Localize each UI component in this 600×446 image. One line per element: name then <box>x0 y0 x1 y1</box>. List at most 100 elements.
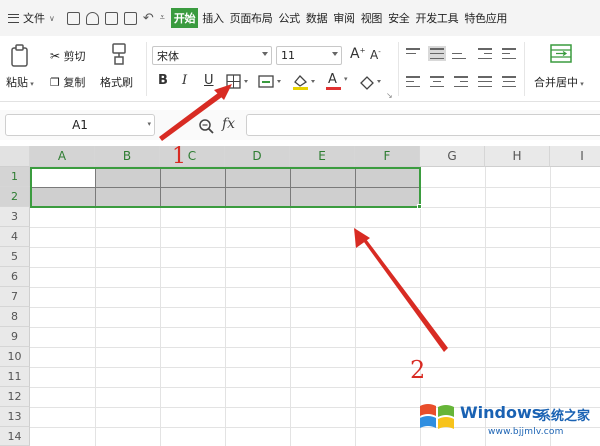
row-header[interactable]: 9 <box>0 327 30 347</box>
indent-increase-icon[interactable] <box>502 48 516 59</box>
column-header[interactable]: B <box>95 146 160 167</box>
tab-special-apps[interactable]: 特色应用 <box>462 8 509 28</box>
column-header[interactable]: E <box>290 146 355 167</box>
ribbon-divider <box>146 42 147 96</box>
row-header[interactable]: 6 <box>0 267 30 287</box>
row-header[interactable]: 14 <box>0 427 30 446</box>
column-header[interactable]: G <box>420 146 485 167</box>
watermark-brand: Windows <box>460 403 542 422</box>
format-painter-label[interactable]: 格式刷 <box>100 74 133 90</box>
chevron-down-icon <box>332 52 338 56</box>
column-header[interactable]: H <box>485 146 550 167</box>
name-box[interactable]: A1 ▾ <box>5 114 155 136</box>
grid-line <box>30 327 600 328</box>
column-header[interactable]: A <box>30 146 95 167</box>
merge-center-button[interactable]: 合并居中 ▾ <box>534 74 584 90</box>
paste-button[interactable]: 粘贴 ▾ <box>6 74 34 90</box>
grid-line <box>30 307 600 308</box>
align-bottom-icon[interactable] <box>452 48 466 59</box>
bold-button[interactable]: B <box>158 73 168 88</box>
indent-decrease-icon[interactable] <box>478 48 492 59</box>
row-header[interactable]: 4 <box>0 227 30 247</box>
row-header[interactable]: 2 <box>0 187 30 207</box>
format-painter-icon[interactable] <box>110 42 128 66</box>
column-header[interactable]: I <box>550 146 600 167</box>
row-header[interactable]: 11 <box>0 367 30 387</box>
tab-insert[interactable]: 插入 <box>200 8 225 28</box>
file-menu[interactable]: 文件 ∨ <box>0 10 63 26</box>
align-right-icon[interactable] <box>454 76 468 87</box>
justify-icon[interactable] <box>478 76 492 87</box>
font-size-value: 11 <box>281 49 295 62</box>
tab-formulas[interactable]: 公式 <box>276 8 301 28</box>
grow-font-icon: A <box>350 46 360 62</box>
align-middle-icon[interactable] <box>428 46 446 61</box>
fill-color-button[interactable] <box>292 73 320 91</box>
zoom-find-icon[interactable] <box>198 118 214 134</box>
tab-developer[interactable]: 开发工具 <box>414 8 461 28</box>
paste-icon[interactable] <box>10 44 30 68</box>
underline-button[interactable]: U <box>204 73 214 88</box>
name-box-value: A1 <box>72 118 88 132</box>
ribbon-home: 粘贴 ▾ ✂ 剪切 ❐ 复制 格式刷 宋体 11 A+ A- B I U A ▾ <box>0 36 600 102</box>
row-header[interactable]: 13 <box>0 407 30 427</box>
fill-handle[interactable] <box>417 204 422 209</box>
column-header[interactable]: F <box>355 146 420 167</box>
distributed-icon[interactable] <box>502 76 516 87</box>
cut-button[interactable]: ✂ 剪切 <box>50 48 86 64</box>
file-menu-label: 文件 <box>23 12 45 25</box>
save-icon[interactable] <box>66 11 80 25</box>
tab-home[interactable]: 开始 <box>170 8 199 28</box>
row-header[interactable]: 3 <box>0 207 30 227</box>
export-icon[interactable] <box>85 11 99 25</box>
tab-review[interactable]: 审阅 <box>331 8 356 28</box>
align-center-icon[interactable] <box>430 76 444 87</box>
row-header[interactable]: 12 <box>0 387 30 407</box>
column-header[interactable]: D <box>225 146 290 167</box>
row-header[interactable]: 10 <box>0 347 30 367</box>
grid-line <box>420 187 600 188</box>
windows-logo-icon <box>420 404 454 429</box>
tab-security[interactable]: 安全 <box>386 8 411 28</box>
tab-view[interactable]: 视图 <box>359 8 384 28</box>
row-header[interactable]: 5 <box>0 247 30 267</box>
formula-input[interactable] <box>246 114 600 136</box>
print-icon[interactable] <box>104 11 118 25</box>
row-header[interactable]: 8 <box>0 307 30 327</box>
font-name-select[interactable]: 宋体 <box>152 46 272 65</box>
tab-data[interactable]: 数据 <box>304 8 329 28</box>
font-color-button[interactable]: A ▾ <box>326 72 352 91</box>
watermark: Windows 系统之家 www.bjjmlv.com <box>410 394 600 446</box>
copy-button[interactable]: ❐ 复制 <box>50 74 85 90</box>
chevron-down-icon: ∨ <box>49 13 55 23</box>
font-dialog-launcher-icon[interactable]: ↘ <box>386 91 393 100</box>
scissors-icon: ✂ <box>50 49 61 63</box>
undo-icon[interactable]: ↶ <box>143 11 154 26</box>
insert-function-button[interactable]: fx <box>222 116 235 132</box>
align-top-icon[interactable] <box>406 48 420 59</box>
italic-button[interactable]: I <box>182 73 187 88</box>
grid-line <box>30 367 600 368</box>
merge-center-icon[interactable] <box>550 44 572 64</box>
customize-icon[interactable]: ⩡ <box>160 13 165 23</box>
clear-format-button[interactable] <box>358 73 386 91</box>
print-preview-icon[interactable] <box>123 11 137 25</box>
font-color-swatch <box>326 87 341 90</box>
row-header[interactable]: 1 <box>0 167 30 187</box>
row-header[interactable]: 7 <box>0 287 30 307</box>
align-left-icon[interactable] <box>406 76 420 87</box>
grid-line <box>30 227 600 228</box>
annotation-label-2: 2 <box>410 356 426 384</box>
ribbon-tabs: 开始 插入 页面布局 公式 数据 审阅 视图 安全 开发工具 特色应用 <box>170 8 511 28</box>
select-all-corner[interactable] <box>0 146 30 167</box>
font-size-select[interactable]: 11 <box>276 46 342 65</box>
border-button[interactable] <box>226 74 254 90</box>
shrink-font-button[interactable]: A- <box>370 48 381 62</box>
menu-bar: 文件 ∨ ↶ ⩡ 开始 插入 页面布局 公式 数据 审阅 视图 安全 开发工具 … <box>0 0 600 36</box>
tab-page-layout[interactable]: 页面布局 <box>228 8 275 28</box>
grow-font-button[interactable]: A+ <box>350 46 365 62</box>
cell-style-button[interactable] <box>258 74 286 90</box>
ribbon-divider <box>398 42 399 96</box>
column-header[interactable]: C <box>160 146 225 167</box>
hamburger-icon <box>8 13 19 23</box>
